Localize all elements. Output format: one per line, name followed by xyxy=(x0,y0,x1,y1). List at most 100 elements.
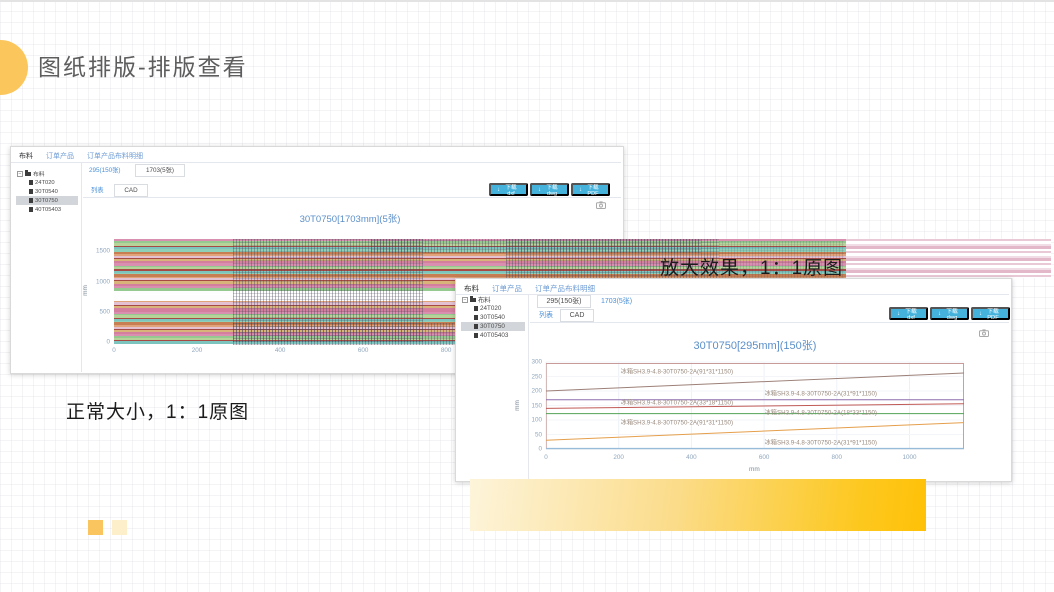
x-tick: 800 xyxy=(441,347,452,354)
view-tab-cad-active[interactable]: CAD xyxy=(560,309,594,322)
download-icon: ↓ xyxy=(538,187,541,193)
file-icon xyxy=(29,198,33,203)
part-label: 冰箱SH3.9-4.8-30T0750-2A(18*33*1150) xyxy=(765,407,877,416)
cut-line-cut-diagonal-upper xyxy=(546,373,964,391)
download-icon: ↓ xyxy=(497,187,500,193)
download-dxf-button[interactable]: ↓ 下载dxf xyxy=(489,183,528,196)
x-tick: 0 xyxy=(544,454,548,461)
download-icon: ↓ xyxy=(897,311,900,317)
page-title: 图纸排版-排版查看 xyxy=(38,48,248,82)
file-icon xyxy=(29,207,33,212)
tree-root[interactable]: −布料 xyxy=(16,169,78,178)
download-pdf-button[interactable]: ↓ 下载PDF xyxy=(971,307,1010,320)
file-icon xyxy=(474,333,478,338)
part-label: 冰箱SH3.9-4.8-30T0750-2A(31*91*1150) xyxy=(765,438,877,447)
tree-divider xyxy=(528,295,529,481)
view-tab-cad-active[interactable]: CAD xyxy=(114,184,148,197)
screenshot-zoomed: 布料 订单产品 订单产品布料明细 −布料24T02030T054030T0750… xyxy=(455,278,1012,482)
caption-normal: 正常大小，1：1原图 xyxy=(66,397,249,424)
download-pdf-button[interactable]: ↓ 下载PDF xyxy=(571,183,610,196)
y-tick: 50 xyxy=(535,431,542,438)
top-nav: 布料 订单产品 订单产品布料明细 xyxy=(456,283,595,294)
download-dwg-button[interactable]: ↓ 下载dwg xyxy=(930,307,969,320)
layout-chart-zoomed: 冰箱SH3.9-4.8-30T0750-2A(91*31*1150) 冰箱SH3.… xyxy=(546,362,964,449)
x-tick: 400 xyxy=(686,454,697,461)
y-tick: 500 xyxy=(99,308,110,315)
file-icon xyxy=(474,306,478,311)
y-tick: 1500 xyxy=(96,248,110,255)
tab-header-divider xyxy=(83,197,621,198)
download-icon: ↓ xyxy=(979,311,982,317)
y-tick: 250 xyxy=(531,373,542,380)
size-tab-295[interactable]: 295(150张) xyxy=(89,165,121,178)
nav-tab-order-product-fabric-detail[interactable]: 订单产品布料明细 xyxy=(87,151,143,161)
size-tab-1703[interactable]: 1703(5张) xyxy=(601,296,632,309)
part-label: 冰箱SH3.9-4.8-30T0750-2A(91*31*1150) xyxy=(621,367,733,376)
camera-icon[interactable] xyxy=(979,329,989,337)
camera-icon[interactable] xyxy=(596,201,606,209)
collapse-icon[interactable]: − xyxy=(17,171,23,177)
collapse-icon[interactable]: − xyxy=(462,297,468,303)
x-tick: 400 xyxy=(275,347,286,354)
x-tick: 200 xyxy=(613,454,624,461)
chart1-title: 30T0750[1703mm](5张) xyxy=(114,211,586,225)
tree-item-30T0540[interactable]: 30T0540 xyxy=(16,187,78,196)
part-label: 冰箱SH3.9-4.8-30T0750-2A(91*31*1150) xyxy=(621,418,733,427)
nav-tab-order-product-fabric-detail[interactable]: 订单产品布料明细 xyxy=(535,283,595,294)
x-tick: 600 xyxy=(358,347,369,354)
y-tick: 1000 xyxy=(96,278,110,285)
caption-zoomed: 放大效果，1：1原图 xyxy=(660,253,843,280)
nav-tab-order-product[interactable]: 订单产品 xyxy=(492,283,522,294)
tree-item-40T05403[interactable]: 40T05403 xyxy=(461,331,525,340)
cut-line-cut-red xyxy=(546,404,964,409)
y-tick: 0 xyxy=(538,446,542,453)
x-tick: 200 xyxy=(192,347,203,354)
y-tick: 100 xyxy=(531,417,542,424)
decorative-gradient-bar xyxy=(470,479,926,531)
x-axis-label: mm xyxy=(749,466,760,473)
top-nav: 布料 订单产品 订单产品布料明细 xyxy=(11,151,143,161)
size-tab-295-active[interactable]: 295(150张) xyxy=(537,295,591,308)
nav-tab-order-product[interactable]: 订单产品 xyxy=(46,151,74,161)
tree-item-30T0750[interactable]: 30T0750 xyxy=(16,196,78,205)
nav-tab-fabric[interactable]: 布料 xyxy=(464,283,479,294)
file-icon xyxy=(474,324,478,329)
download-dxf-button[interactable]: ↓ 下载dxf xyxy=(889,307,928,320)
decorative-square-solid xyxy=(88,520,103,535)
cut-line-cut-orange xyxy=(546,423,964,441)
nav-divider xyxy=(11,162,621,163)
file-icon xyxy=(29,189,33,194)
y-tick: 150 xyxy=(531,402,542,409)
tree-item-30T0540[interactable]: 30T0540 xyxy=(461,313,525,322)
x-tick: 1000 xyxy=(902,454,916,461)
fabric-tree: −布料24T02030T054030T075040T05403 xyxy=(16,169,78,214)
y-axis-label: mm xyxy=(514,400,521,411)
chart2-title: 30T0750[295mm](150张) xyxy=(546,337,964,353)
file-icon xyxy=(29,180,33,185)
y-tick: 300 xyxy=(531,359,542,366)
accent-circle xyxy=(0,40,28,95)
tree-item-24T020[interactable]: 24T020 xyxy=(16,178,78,187)
folder-icon xyxy=(25,172,31,177)
x-tick: 600 xyxy=(759,454,770,461)
material-strip-overflow xyxy=(846,239,1051,278)
nav-tab-fabric[interactable]: 布料 xyxy=(19,151,33,161)
decorative-square-light xyxy=(112,520,127,535)
folder-icon xyxy=(470,298,476,303)
download-icon: ↓ xyxy=(579,187,582,193)
tab-header-divider xyxy=(530,322,1009,323)
y-tick: 0 xyxy=(106,339,110,346)
size-tab-1703-active[interactable]: 1703(5张) xyxy=(135,164,185,177)
dense-part-labels xyxy=(371,239,701,253)
slide: 图纸排版-排版查看 布料 订单产品 订单产品布料明细 −布料24T02030T0… xyxy=(0,0,1054,592)
part-label: 冰箱SH3.9-4.8-30T0750-2A(31*91*1150) xyxy=(765,389,877,398)
fabric-tree: −布料24T02030T054030T075040T05403 xyxy=(461,295,525,340)
tree-divider xyxy=(81,163,82,372)
tree-root[interactable]: −布料 xyxy=(461,295,525,304)
x-tick: 800 xyxy=(832,454,843,461)
download-dwg-button[interactable]: ↓ 下载dwg xyxy=(530,183,569,196)
tree-item-30T0750[interactable]: 30T0750 xyxy=(461,322,525,331)
tree-item-40T05403[interactable]: 40T05403 xyxy=(16,205,78,214)
tree-item-24T020[interactable]: 24T020 xyxy=(461,304,525,313)
zoomed-chart-canvas xyxy=(546,362,964,449)
